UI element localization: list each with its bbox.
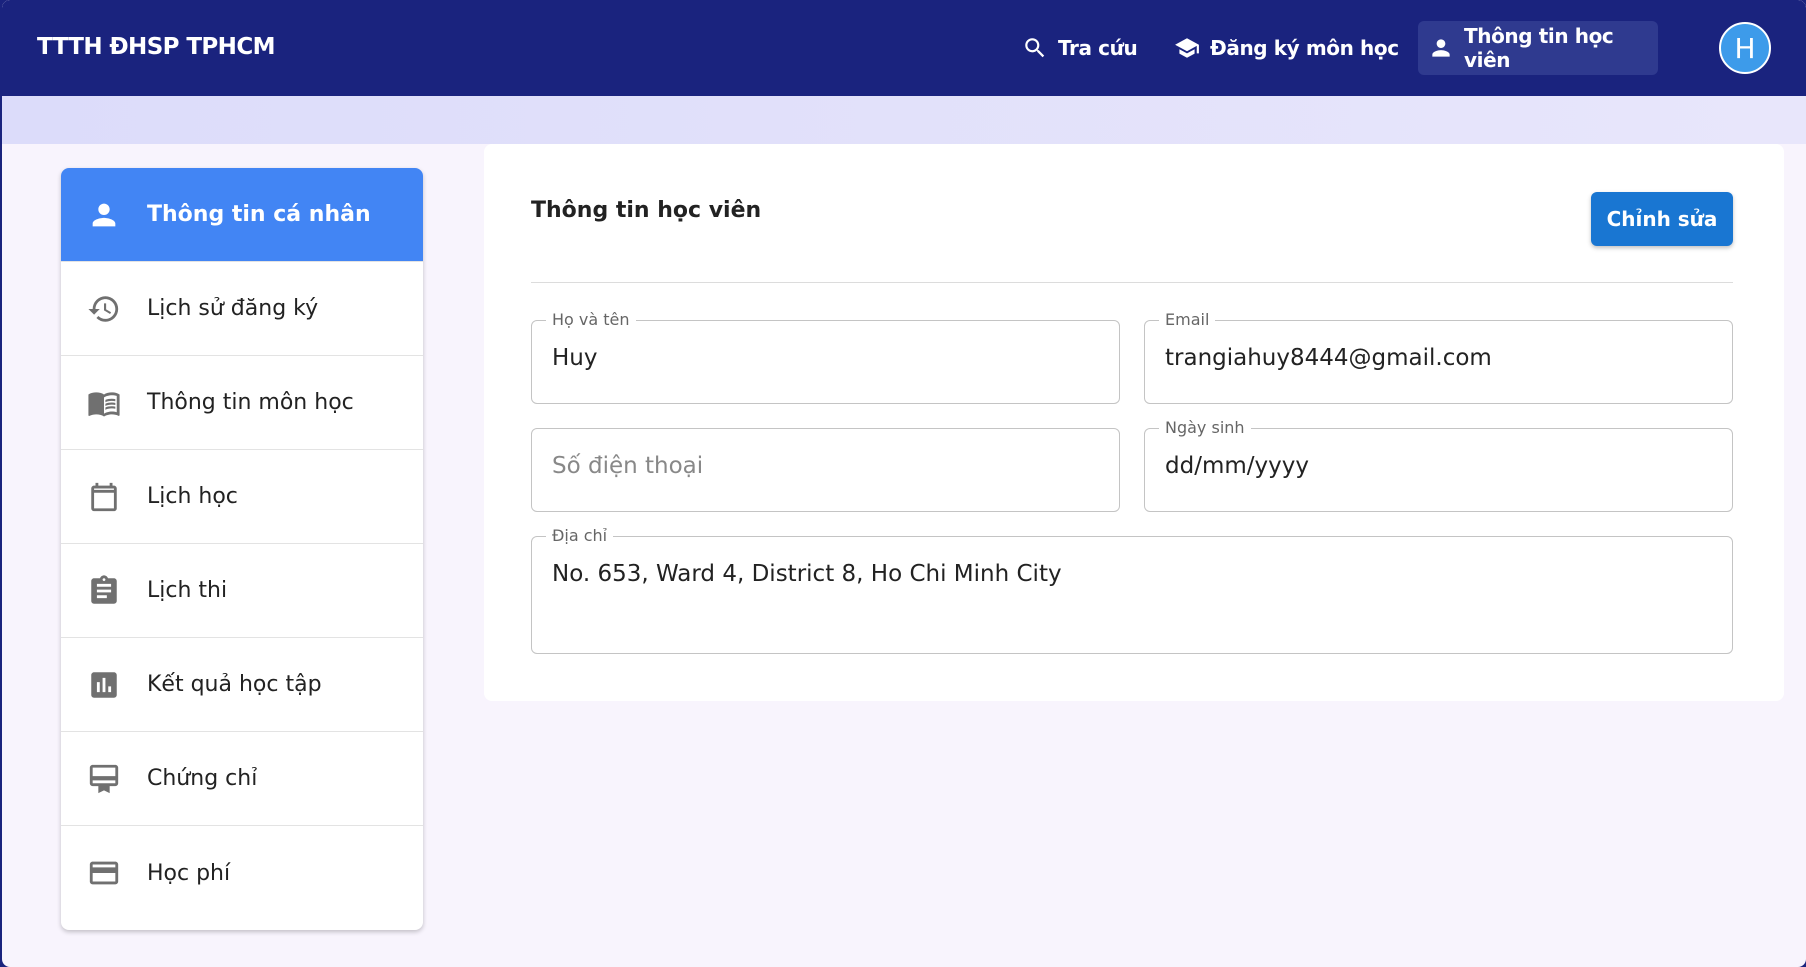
email-value: trangiahuy8444@gmail.com [1165, 345, 1492, 371]
brand-title[interactable]: TTTH ĐHSP TPHCM [37, 34, 276, 60]
student-info-card: Thông tin học viên Chỉnh sửa Họ và tên H… [484, 144, 1784, 701]
divider [531, 282, 1733, 283]
search-icon [1025, 38, 1045, 58]
sidebar-menu: Thông tin cá nhân Lịch sử đăng ký Thông … [61, 168, 423, 930]
sidebar-item-class-schedule[interactable]: Lịch học [61, 450, 423, 544]
date-of-birth-field[interactable]: Ngày sinh dd/mm/yyyy [1144, 418, 1733, 512]
nav-search[interactable]: Tra cứu [1010, 21, 1149, 75]
calendar-icon [87, 480, 121, 514]
edit-button[interactable]: Chỉnh sửa [1591, 192, 1733, 246]
address-label: Địa chỉ [546, 526, 614, 545]
sidebar-item-course-info[interactable]: Thông tin môn học [61, 356, 423, 450]
graduation-cap-icon [1175, 38, 1199, 58]
nav-student-info[interactable]: Thông tin học viên [1418, 21, 1658, 75]
date-of-birth-value: dd/mm/yyyy [1165, 453, 1309, 479]
nav-student-label: Thông tin học viên [1464, 24, 1614, 72]
top-navbar: TTTH ĐHSP TPHCM Tra cứu Đăng ký môn học … [2, 0, 1806, 96]
phone-placeholder: Số điện thoại [552, 453, 704, 479]
full-name-value: Huy [552, 345, 598, 371]
sidebar-item-registration-history[interactable]: Lịch sử đăng ký [61, 262, 423, 356]
sidebar-item-label: Lịch học [147, 484, 238, 509]
sidebar-item-exam-schedule[interactable]: Lịch thi [61, 544, 423, 638]
sidebar-item-label: Lịch thi [147, 578, 228, 603]
page-title: Thông tin học viên [531, 198, 762, 223]
sidebar-item-label: Thông tin môn học [147, 390, 354, 415]
full-name-label: Họ và tên [546, 310, 636, 329]
sidebar-item-label: Chứng chỉ [147, 766, 258, 791]
person-icon [1432, 39, 1450, 57]
full-name-field[interactable]: Họ và tên Huy [531, 310, 1120, 404]
email-label: Email [1159, 310, 1216, 329]
phone-field[interactable]: Số điện thoại [531, 428, 1120, 512]
app-window: TTTH ĐHSP TPHCM Tra cứu Đăng ký môn học … [2, 0, 1806, 967]
sidebar-item-label: Kết quả học tập [147, 672, 322, 697]
history-icon [87, 292, 121, 326]
bar-chart-icon [87, 668, 121, 702]
credit-card-icon [87, 856, 121, 890]
nav-register-label: Đăng ký môn học [1210, 36, 1399, 60]
certificate-icon [87, 762, 121, 796]
sidebar-item-label: Thông tin cá nhân [147, 202, 371, 227]
sidebar-item-tuition[interactable]: Học phí [61, 826, 423, 920]
date-of-birth-label: Ngày sinh [1159, 418, 1251, 437]
clipboard-icon [87, 574, 121, 608]
nav-search-label: Tra cứu [1058, 36, 1138, 60]
person-icon [87, 198, 121, 232]
sidebar-item-study-results[interactable]: Kết quả học tập [61, 638, 423, 732]
sidebar-item-label: Lịch sử đăng ký [147, 296, 319, 321]
sidebar-item-personal-info[interactable]: Thông tin cá nhân [61, 168, 423, 262]
header-band [2, 96, 1806, 144]
sidebar-item-certificates[interactable]: Chứng chỉ [61, 732, 423, 826]
address-field[interactable]: Địa chỉ No. 653, Ward 4, District 8, Ho … [531, 526, 1733, 654]
nav-course-registration[interactable]: Đăng ký môn học [1162, 21, 1411, 75]
address-value: No. 653, Ward 4, District 8, Ho Chi Minh… [552, 561, 1062, 587]
user-avatar[interactable]: H [1719, 22, 1771, 74]
book-icon [87, 386, 121, 420]
sidebar-item-label: Học phí [147, 860, 231, 886]
email-field[interactable]: Email trangiahuy8444@gmail.com [1144, 310, 1733, 404]
